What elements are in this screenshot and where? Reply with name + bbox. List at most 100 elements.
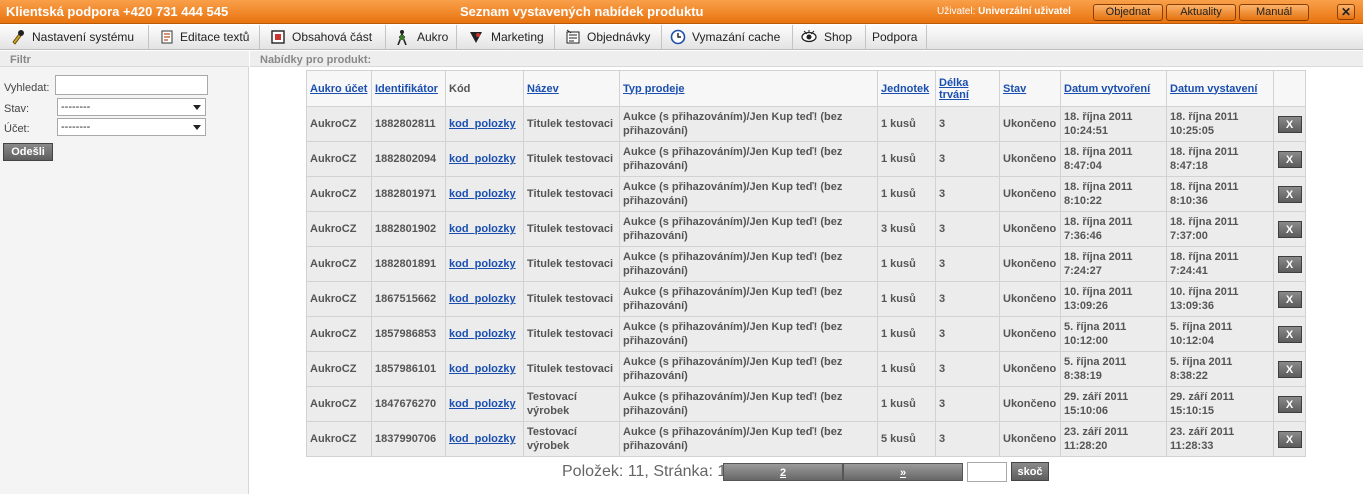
cell-listed: 29. září 2011 15:10:15 <box>1166 386 1274 422</box>
cell-state: Ukončeno <box>999 281 1061 317</box>
delete-offer-button[interactable]: X <box>1277 255 1302 273</box>
sort-link[interactable]: Aukro účet <box>310 83 367 95</box>
cell-id: 1837990706 <box>371 421 446 457</box>
order-button[interactable]: Objednat <box>1093 4 1163 21</box>
cell-state: Ukončeno <box>999 106 1061 142</box>
item-code-link[interactable]: kod_polozky <box>449 293 516 305</box>
cell-account: AukroCZ <box>306 316 372 352</box>
column-header-account[interactable]: Aukro účet <box>306 70 372 107</box>
cell-created: 23. září 2011 11:28:20 <box>1060 421 1167 457</box>
cell-name: Titulek testovaci <box>523 281 620 317</box>
state-select-value: -------- <box>61 101 91 113</box>
item-code-link[interactable]: kod_polozky <box>449 153 516 165</box>
table-row: AukroCZ 1882801971 kod_polozky Titulek test… <box>306 176 1306 212</box>
text-edit-icon <box>161 30 173 44</box>
cell-state: Ukončeno <box>999 141 1061 177</box>
delete-offer-button[interactable]: X <box>1277 325 1302 343</box>
account-select[interactable]: -------- <box>57 118 206 136</box>
column-header-name[interactable]: Název <box>523 70 620 107</box>
menu-item-text-edit[interactable]: Editace textů <box>149 25 260 49</box>
cell-duration: 3 <box>935 351 1000 387</box>
column-header-units[interactable]: Jednotek <box>877 70 936 107</box>
column-header-duration[interactable]: Délka trvání <box>935 70 1000 107</box>
news-button[interactable]: Aktuality <box>1166 4 1236 21</box>
cell-type: Aukce (s přihazováním)/Jen Kup teď! (bez… <box>619 246 878 282</box>
delete-offer-button[interactable]: X <box>1277 290 1302 308</box>
cell-id: 1857986853 <box>371 316 446 352</box>
column-header-state[interactable]: Stav <box>999 70 1061 107</box>
sort-link[interactable]: Typ prodeje <box>623 83 685 95</box>
cell-duration: 3 <box>935 316 1000 352</box>
cell-created: 10. října 2011 13:09:26 <box>1060 281 1167 317</box>
cell-code: kod_polozky <box>445 386 524 422</box>
cell-name: Titulek testovaci <box>523 141 620 177</box>
cell-code: kod_polozky <box>445 246 524 282</box>
cell-listed: 10. října 2011 13:09:36 <box>1166 281 1274 317</box>
manual-button[interactable]: Manuál <box>1239 4 1309 21</box>
sort-link[interactable]: Datum vystavení <box>1170 83 1257 95</box>
clock-icon <box>670 29 686 45</box>
cell-listed: 18. října 2011 10:25:05 <box>1166 106 1274 142</box>
delete-offer-button[interactable]: X <box>1277 430 1302 448</box>
sort-link[interactable]: Identifikátor <box>375 83 438 95</box>
menu-item-clear-cache[interactable]: Vymazání cache <box>662 25 793 49</box>
delete-offer-button[interactable]: X <box>1277 395 1302 413</box>
menu-item-shop[interactable]: Shop <box>793 25 866 49</box>
cell-actions: X <box>1273 351 1306 387</box>
column-header-listed[interactable]: Datum vystavení <box>1166 70 1274 107</box>
sort-link[interactable]: Jednotek <box>881 83 929 95</box>
sort-link[interactable]: Délka trvání <box>939 77 969 101</box>
page-jump-button[interactable]: skoč <box>1011 462 1049 481</box>
item-code-link[interactable]: kod_polozky <box>449 118 516 130</box>
cell-name: Testovací výrobek <box>523 386 620 422</box>
state-select[interactable]: -------- <box>57 98 206 116</box>
cell-id: 1867515662 <box>371 281 446 317</box>
cell-type: Aukce (s přihazováním)/Jen Kup teď! (bez… <box>619 316 878 352</box>
cell-listed: 18. října 2011 7:37:00 <box>1166 211 1274 247</box>
item-code-link[interactable]: kod_polozky <box>449 188 516 200</box>
cell-id: 1882802811 <box>371 106 446 142</box>
cell-type: Aukce (s přihazováním)/Jen Kup teď! (bez… <box>619 106 878 142</box>
cell-state: Ukončeno <box>999 421 1061 457</box>
item-code-link[interactable]: kod_polozky <box>449 223 516 235</box>
item-code-link[interactable]: kod_polozky <box>449 328 516 340</box>
table-row: AukroCZ 1882801902 kod_polozky Titulek test… <box>306 211 1306 247</box>
sort-link[interactable]: Datum vytvoření <box>1064 83 1150 95</box>
menu-item-support[interactable]: Podpora <box>866 25 927 49</box>
search-input[interactable] <box>55 75 208 95</box>
column-header-type[interactable]: Typ prodeje <box>619 70 878 107</box>
cell-name: Titulek testovaci <box>523 351 620 387</box>
next-page-button[interactable]: » <box>843 463 963 481</box>
menu-item-system-settings[interactable]: Nastavení systému <box>0 25 149 49</box>
column-header-created[interactable]: Datum vytvoření <box>1060 70 1167 107</box>
delete-offer-button[interactable]: X <box>1277 360 1302 378</box>
cell-code: kod_polozky <box>445 316 524 352</box>
cell-code: kod_polozky <box>445 176 524 212</box>
menu-item-content[interactable]: Obsahová část <box>260 25 386 49</box>
menu-item-label: Marketing <box>491 30 544 44</box>
column-header-id[interactable]: Identifikátor <box>371 70 446 107</box>
page-jump-input[interactable] <box>967 462 1007 482</box>
item-code-link[interactable]: kod_polozky <box>449 363 516 375</box>
sort-link[interactable]: Název <box>527 83 559 95</box>
delete-offer-button[interactable]: X <box>1277 220 1302 238</box>
cell-type: Aukce (s přihazováním)/Jen Kup teď! (bez… <box>619 211 878 247</box>
submit-filter-button[interactable]: Odešli <box>3 143 53 161</box>
state-label: Stav: <box>4 103 30 115</box>
page-2-button[interactable]: 2 <box>723 463 843 481</box>
menu-item-aukro[interactable]: Aukro <box>386 25 457 49</box>
delete-offer-button[interactable]: X <box>1277 185 1302 203</box>
menu-item-orders[interactable]: Objednávky <box>555 25 662 49</box>
cell-created: 18. října 2011 10:24:51 <box>1060 106 1167 142</box>
item-code-link[interactable]: kod_polozky <box>449 433 516 445</box>
menu-item-marketing[interactable]: Marketing <box>457 25 555 49</box>
cell-units: 1 kusů <box>877 316 936 352</box>
item-code-link[interactable]: kod_polozky <box>449 258 516 270</box>
sort-link[interactable]: Stav <box>1003 83 1026 95</box>
user-name: Univerzální uživatel <box>978 6 1071 17</box>
delete-offer-button[interactable]: X <box>1277 150 1302 168</box>
delete-offer-button[interactable]: X <box>1277 115 1302 133</box>
item-code-link[interactable]: kod_polozky <box>449 398 516 410</box>
close-button[interactable]: ✕ <box>1337 4 1355 20</box>
support-contact: Klientská podpora +420 731 444 545 <box>6 4 229 19</box>
